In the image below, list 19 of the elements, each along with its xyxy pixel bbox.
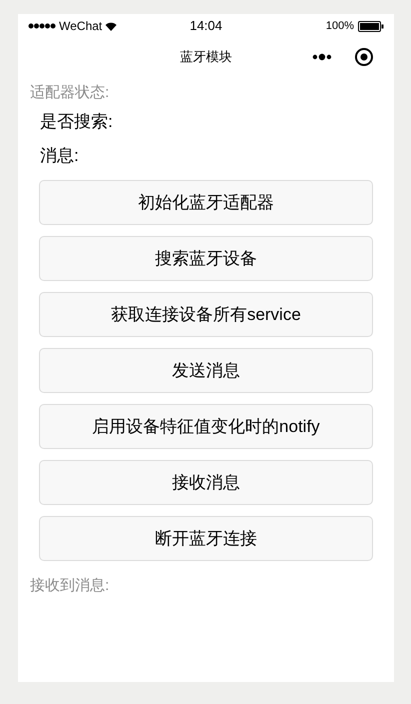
action-button[interactable]: 初始化蓝牙适配器 (39, 180, 373, 225)
section-label: 适配器状态: (30, 83, 110, 103)
status-time: 14:04 (188, 17, 224, 36)
action-button[interactable]: 启用设备特征值变化时的notify (39, 404, 373, 449)
field-label: 消息: (40, 145, 80, 167)
action-button[interactable]: 断开蓝牙连接 (39, 516, 373, 561)
battery-percent: 100% (326, 18, 354, 34)
battery-icon (358, 20, 384, 32)
action-button[interactable]: 搜索蓝牙设备 (39, 236, 373, 281)
action-button[interactable]: 接收消息 (39, 460, 373, 505)
wifi-icon (105, 22, 118, 30)
action-button[interactable]: 发送消息 (39, 348, 373, 393)
carrier-name: WeChat (59, 18, 102, 35)
page-title: 蓝牙模块 (180, 48, 232, 66)
field-label: 是否搜索: (40, 111, 114, 133)
signal-icon (28, 23, 56, 29)
section-label: 接收到消息: (30, 576, 110, 596)
action-button[interactable]: 获取连接设备所有service (39, 292, 373, 337)
more-icon[interactable] (312, 53, 332, 61)
